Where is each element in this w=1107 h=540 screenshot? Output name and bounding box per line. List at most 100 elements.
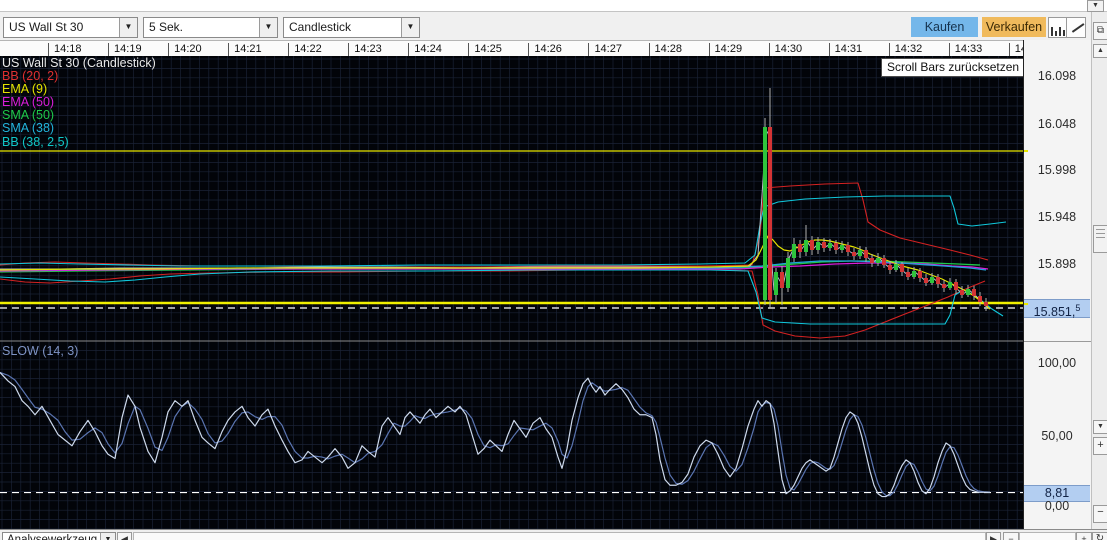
candle-body — [834, 243, 838, 250]
time-tick — [828, 43, 830, 57]
axis-label: 100,00 — [1037, 356, 1077, 370]
time-tick — [888, 43, 890, 57]
axis-label: 16.098 — [1037, 69, 1077, 83]
time-tick — [48, 43, 49, 57]
candle-body — [900, 264, 904, 272]
axis-label: 16.048 — [1037, 117, 1077, 131]
zoom-out-horizontal-icon[interactable]: − — [1003, 532, 1019, 540]
time-tick — [948, 43, 950, 57]
instrument-value: US Wall St 30 — [9, 20, 84, 34]
candle-body — [948, 282, 952, 288]
candle-body — [822, 242, 826, 248]
candle-body — [942, 284, 946, 288]
chart-type-select[interactable]: Candlestick ▼ — [283, 17, 420, 38]
chart-type-value: Candlestick — [289, 20, 352, 34]
axis-label: 0,00 — [1044, 499, 1070, 513]
time-tick-label: 14:33 — [954, 43, 983, 55]
time-tick — [408, 43, 410, 57]
chart-area[interactable]: US Wall St 30 (Candlestick) BB (20, 2) EMA… — [0, 56, 1026, 530]
candle-body — [978, 296, 982, 302]
time-tick-label: 14:26 — [534, 43, 562, 55]
time-tick-label: 14:30 — [774, 43, 803, 55]
candle-body — [792, 244, 796, 258]
time-axis: 14:18 14:19 14:20 14:21 14:22 14:23 14:24 14:25… — [0, 40, 1023, 57]
time-tick-label: 14:18 — [54, 43, 82, 55]
chevron-down-icon[interactable]: ▼ — [259, 18, 277, 37]
scroll-down-icon[interactable]: ▼ — [1093, 420, 1107, 434]
candle-body — [804, 240, 808, 252]
time-tick-label: 14:23 — [354, 43, 382, 55]
time-tick — [1008, 43, 1010, 57]
candle-body — [906, 272, 910, 277]
candle-body — [954, 282, 958, 290]
axis-label: 50,00 — [1041, 429, 1073, 443]
horizontal-zoom-track[interactable] — [1019, 532, 1076, 540]
sell-button[interactable]: Verkaufen — [982, 17, 1046, 37]
current-price-badge: 15.851,5 — [1024, 299, 1090, 319]
scroll-right-icon[interactable]: ▶ — [986, 532, 1001, 540]
time-tick — [288, 43, 290, 57]
candle-body — [786, 258, 790, 288]
chevron-down-icon[interactable]: ▼ — [100, 533, 115, 540]
candle-body — [918, 271, 922, 278]
price-axis-pane[interactable]: 15.851,5 8,81 16.098 16.048 15.998 15.948 15… — [1023, 40, 1091, 529]
refresh-icon[interactable]: ↻ — [1092, 532, 1107, 540]
time-tick-label: 14:28 — [654, 43, 683, 55]
indicator-legend: US Wall St 30 (Candlestick) BB (20, 2) EMA… — [2, 56, 156, 149]
candle-body — [924, 278, 928, 283]
indicator-bars-icon[interactable] — [1048, 17, 1068, 38]
candle-body — [930, 277, 934, 283]
trendline-icon[interactable] — [1066, 17, 1086, 38]
candle-body — [972, 289, 976, 296]
candle-body — [798, 244, 802, 252]
scroll-up-icon[interactable]: ▲ — [1093, 44, 1107, 58]
candle-body — [876, 258, 880, 263]
chevron-down-icon[interactable]: ▼ — [1087, 0, 1104, 12]
zoom-out-icon[interactable]: − — [1093, 505, 1107, 523]
candle-body — [882, 258, 886, 265]
time-tick-label: 14 — [1014, 43, 1023, 55]
time-tick — [708, 43, 710, 57]
analysis-tool-select[interactable]: Analysewerkzeug ▼ — [2, 532, 116, 540]
time-tick-label: 14:32 — [894, 43, 923, 55]
chevron-down-icon[interactable]: ▼ — [401, 18, 419, 37]
candle-body — [888, 265, 892, 270]
buy-button[interactable]: Kaufen — [911, 17, 978, 37]
axis-label: 15.948 — [1037, 210, 1077, 224]
top-strip: ▼ — [0, 0, 1107, 12]
candle-body — [864, 250, 868, 258]
scroll-left-icon[interactable]: ◀ — [117, 532, 132, 540]
horizontal-scrollbar-track[interactable] — [133, 532, 986, 540]
time-tick — [528, 43, 530, 57]
level-tick — [1024, 303, 1028, 305]
candle-body — [828, 243, 832, 248]
restore-window-icon[interactable]: ⧉ — [1093, 22, 1107, 40]
scrollbar-thumb[interactable] — [1093, 225, 1107, 253]
interval-value: 5 Sek. — [149, 20, 184, 34]
candle-body — [870, 258, 874, 263]
candle-body — [816, 242, 820, 250]
axis-label: 15.898 — [1037, 257, 1077, 271]
analysis-tool-value: Analysewerkzeug — [7, 534, 98, 540]
legend-item: BB (38, 2,5) — [2, 134, 69, 149]
chevron-down-icon[interactable]: ▼ — [119, 18, 137, 37]
time-tick-label: 14:19 — [114, 43, 142, 55]
time-tick — [768, 43, 770, 57]
candle-body — [858, 250, 862, 256]
vertical-scrollbar[interactable]: ⧉ ▲ ▼ + − — [1091, 12, 1107, 529]
candle-body — [966, 289, 970, 295]
time-tick-label: 14:27 — [594, 43, 622, 55]
interval-select[interactable]: 5 Sek. ▼ — [143, 17, 278, 38]
axis-label: 15.998 — [1037, 163, 1077, 177]
candle-body — [960, 290, 964, 295]
zoom-in-icon[interactable]: + — [1093, 437, 1107, 455]
legend-item: SMA (38) — [2, 121, 55, 136]
chart-toolbar: US Wall St 30 ▼ 5 Sek. ▼ Candlestick ▼ K… — [0, 12, 1107, 40]
level-tick — [1024, 150, 1028, 152]
candle-body — [810, 240, 814, 250]
bottom-bar: Analysewerkzeug ▼ ◀ ▶ − + ↻ — [0, 529, 1107, 540]
candle-body — [774, 272, 778, 295]
instrument-select[interactable]: US Wall St 30 ▼ — [3, 17, 138, 38]
zoom-in-horizontal-icon[interactable]: + — [1076, 532, 1092, 540]
time-tick-label: 14:20 — [174, 43, 202, 55]
